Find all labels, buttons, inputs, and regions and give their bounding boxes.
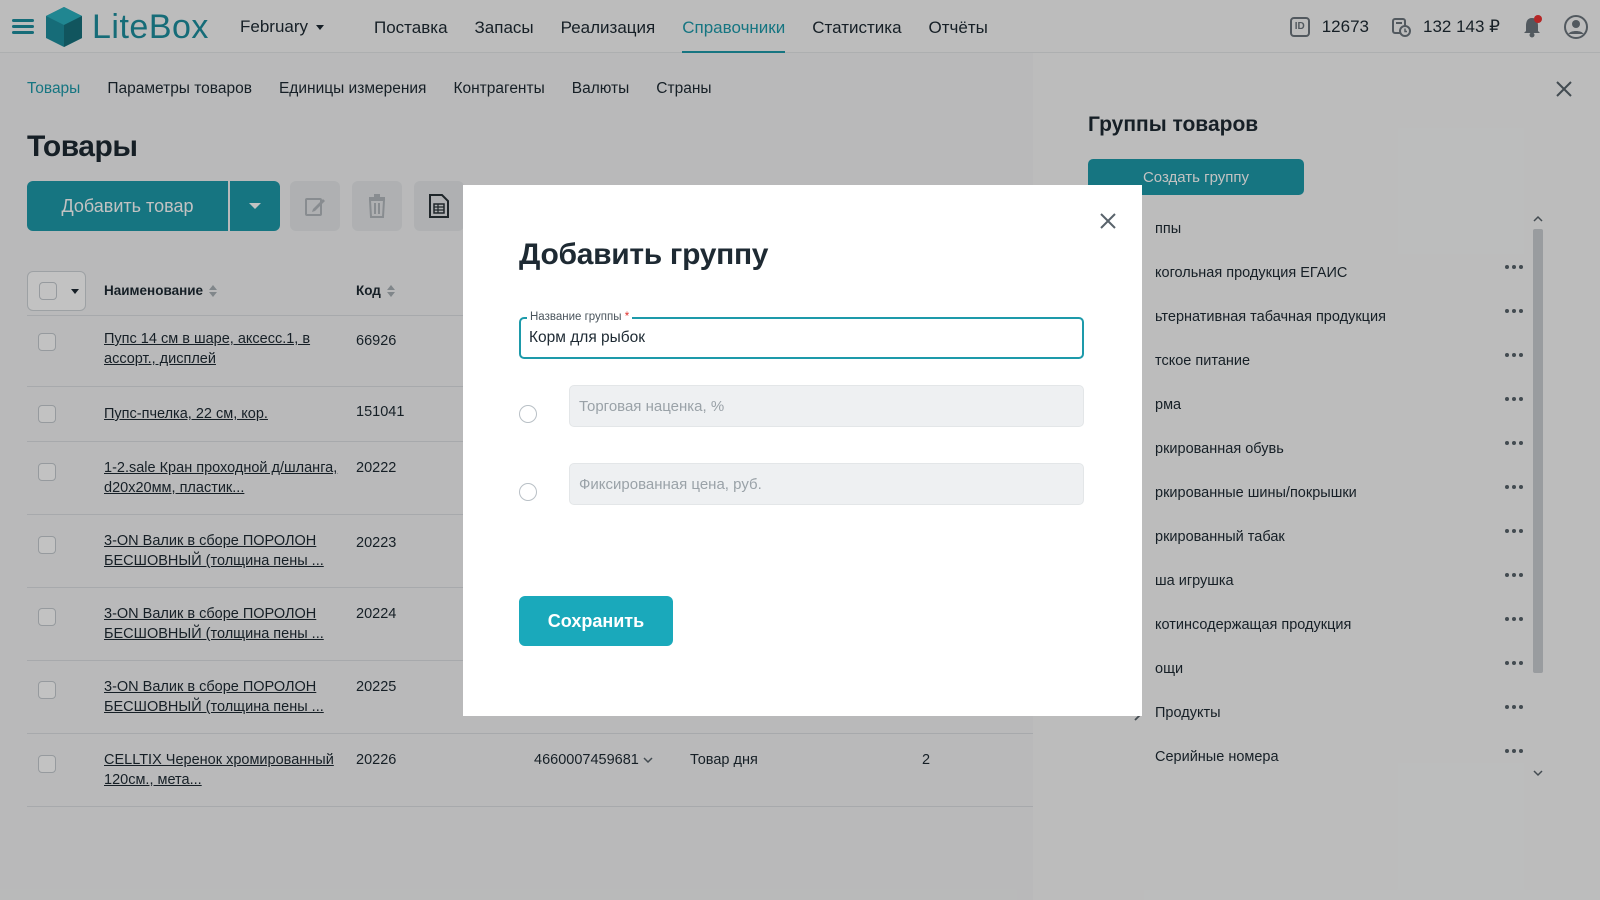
fixed-price-radio[interactable] bbox=[519, 483, 537, 501]
group-name-field[interactable]: Название группы * bbox=[519, 311, 1084, 359]
add-group-modal: Добавить группу Название группы * Сохран… bbox=[463, 185, 1142, 716]
close-icon bbox=[1100, 213, 1116, 229]
group-name-label: Название группы * bbox=[527, 311, 633, 323]
modal-title: Добавить группу bbox=[519, 238, 769, 271]
close-modal-button[interactable] bbox=[1098, 211, 1118, 231]
markup-input[interactable] bbox=[569, 385, 1084, 427]
group-name-label-text: Название группы bbox=[530, 311, 622, 323]
markup-radio[interactable] bbox=[519, 405, 537, 423]
save-button[interactable]: Сохранить bbox=[519, 596, 673, 646]
required-mark: * bbox=[624, 311, 630, 323]
group-name-input[interactable] bbox=[529, 329, 1069, 347]
fixed-price-input[interactable] bbox=[569, 463, 1084, 505]
